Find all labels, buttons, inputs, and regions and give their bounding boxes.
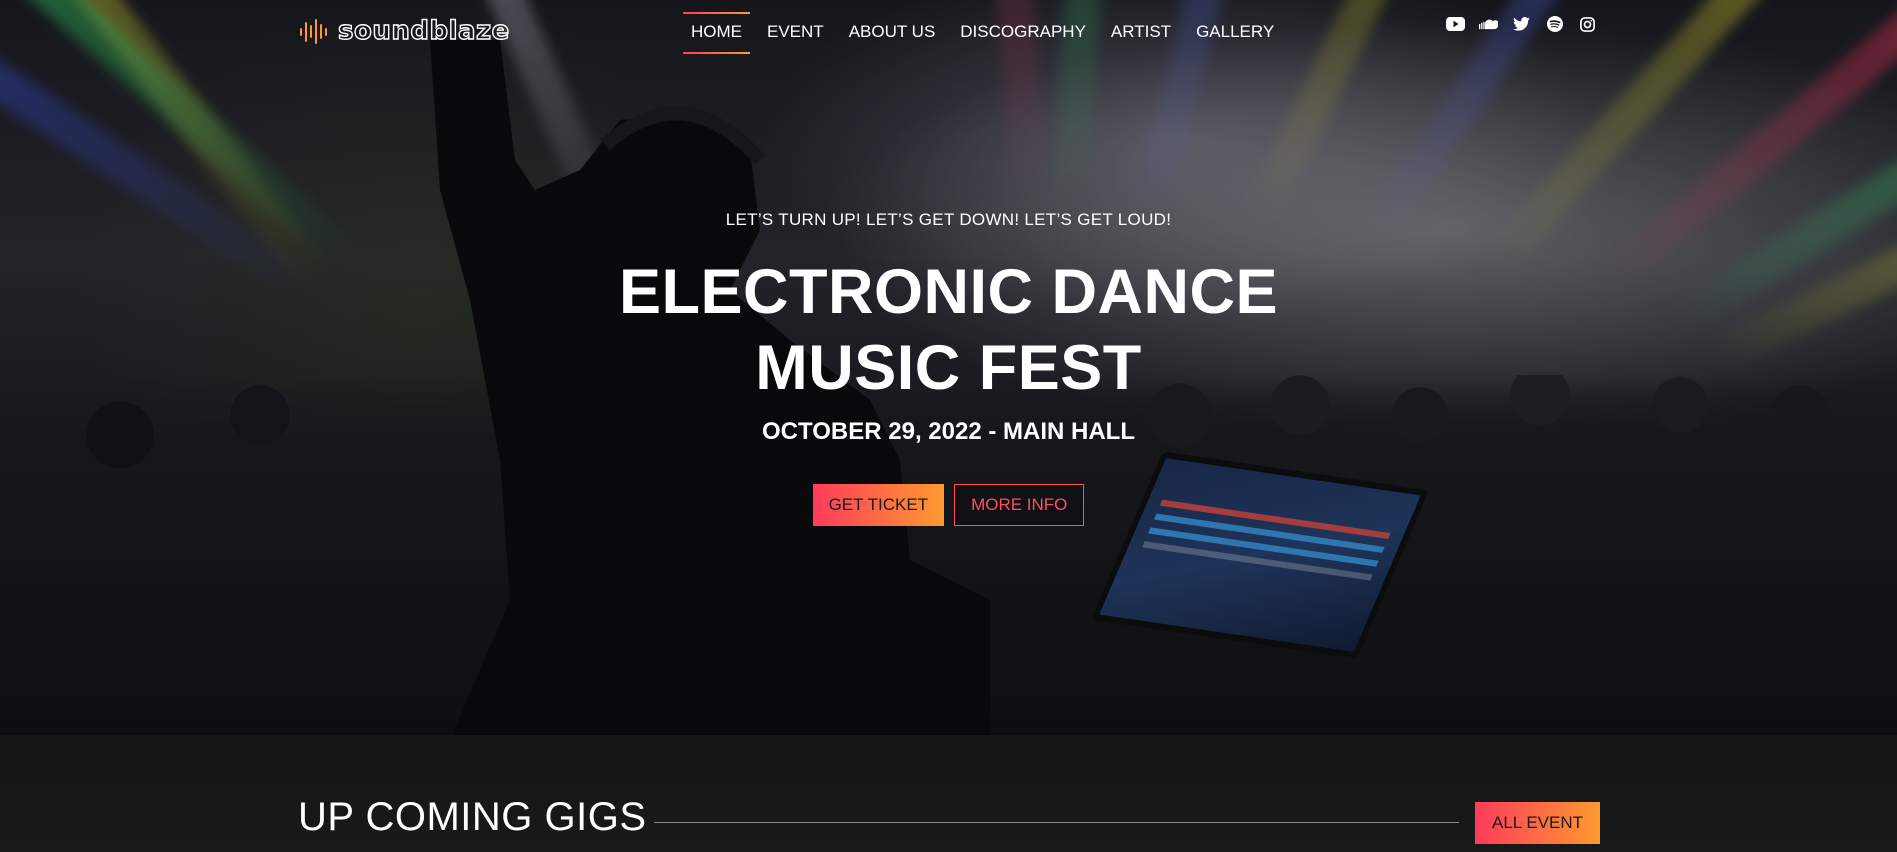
nav-item-gallery[interactable]: GALLERY	[1188, 14, 1282, 52]
upcoming-gigs-section: UP COMING GIGS ALL EVENT	[0, 735, 1897, 852]
youtube-icon[interactable]	[1446, 15, 1465, 34]
nav-item-discography[interactable]: DISCOGRAPHY	[952, 14, 1094, 52]
nav-item-home[interactable]: HOME	[683, 12, 750, 54]
nav-item-artist[interactable]: ARTIST	[1103, 14, 1179, 52]
twitter-icon[interactable]	[1512, 15, 1531, 34]
event-date: OCTOBER 29, 2022 - MAIN HALL	[762, 418, 1135, 445]
social-links	[1446, 14, 1597, 34]
brand-name: soundblaze	[337, 15, 510, 46]
hero-actions: GET TICKET MORE INFO	[0, 484, 1897, 526]
section-title: UP COMING GIGS	[298, 795, 647, 839]
soundwave-icon	[300, 19, 327, 44]
hero-tagline: LET’S TURN UP! LET’S GET DOWN! LET’S GET…	[725, 210, 1172, 229]
get-ticket-button[interactable]: GET TICKET	[812, 484, 945, 526]
more-info-button[interactable]: MORE INFO	[954, 484, 1085, 526]
instagram-icon[interactable]	[1578, 15, 1597, 34]
main-nav: HOME EVENT ABOUT US DISCOGRAPHY ARTIST G…	[683, 12, 1291, 54]
all-event-button[interactable]: ALL EVENT	[1475, 802, 1601, 844]
section-divider	[654, 822, 1459, 823]
nav-item-about-us[interactable]: ABOUT US	[841, 14, 944, 52]
soundcloud-icon[interactable]	[1479, 15, 1498, 34]
nav-item-event[interactable]: EVENT	[759, 14, 832, 52]
spotify-icon[interactable]	[1545, 15, 1564, 34]
hero-title: ELECTRONIC DANCE MUSIC FEST	[618, 257, 1278, 403]
brand-logo[interactable]: soundblaze	[298, 14, 510, 48]
hero-content: LET’S TURN UP! LET’S GET DOWN! LET’S GET…	[0, 210, 1897, 526]
